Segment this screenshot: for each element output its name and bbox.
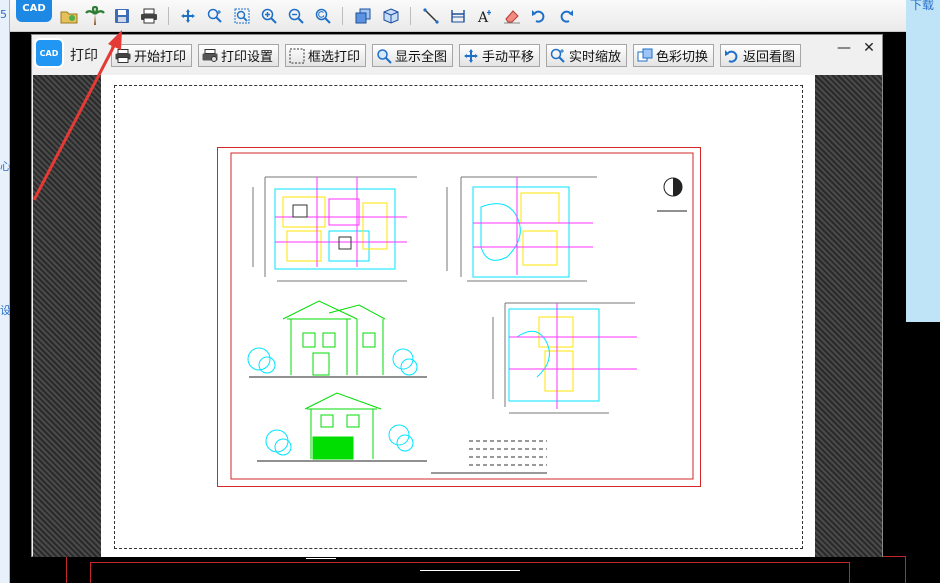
print-icon[interactable] <box>138 5 160 27</box>
palm-tree-icon[interactable] <box>84 5 106 27</box>
cad-drawing-preview <box>217 147 701 487</box>
toolbar-separator <box>168 7 169 25</box>
save-icon[interactable] <box>111 5 133 27</box>
print-dialog: CAD 打印 开始打印 打印设置 框选打印 显示全图 手动平移 实时缩放 色彩切… <box>31 34 883 557</box>
eraser-icon[interactable] <box>501 5 523 27</box>
realtime-zoom-label: 实时缩放 <box>569 50 622 65</box>
3d-view-icon[interactable] <box>352 5 374 27</box>
print-settings-button[interactable]: 打印设置 <box>198 44 280 67</box>
pan-icon <box>463 48 479 64</box>
bg-download-text[interactable]: 下载 <box>910 0 934 13</box>
main-toolbar: CAD A <box>10 0 906 32</box>
preview-margin-left <box>33 75 101 557</box>
print-icon <box>115 48 131 64</box>
return-icon <box>724 48 740 64</box>
background-window-left: 5 心 设 <box>0 0 11 583</box>
zoom-previous-icon[interactable] <box>312 5 334 27</box>
canvas-label-mark <box>306 558 336 563</box>
zoom-realtime-icon <box>550 48 566 64</box>
color-switch-label: 色彩切换 <box>656 50 709 65</box>
pan-icon[interactable] <box>177 5 199 27</box>
canvas-label-mark <box>420 570 520 575</box>
manual-pan-label: 手动平移 <box>482 50 535 65</box>
redo-icon[interactable] <box>555 5 577 27</box>
bg-fragment-1: 5 <box>0 8 7 21</box>
open-file-icon[interactable] <box>58 5 80 27</box>
zoom-realtime-icon[interactable] <box>204 5 226 27</box>
app-logo: CAD <box>16 0 52 22</box>
window-print-label: 框选打印 <box>308 50 361 65</box>
undo-icon[interactable] <box>528 5 550 27</box>
color-switch-button[interactable]: 色彩切换 <box>633 44 715 67</box>
print-dialog-logo: CAD <box>34 38 64 68</box>
toolbar-separator <box>410 7 411 25</box>
3d-box-icon[interactable] <box>380 5 402 27</box>
print-settings-label: 打印设置 <box>221 50 274 65</box>
show-all-button[interactable]: 显示全图 <box>372 44 454 67</box>
printer-settings-icon <box>202 48 218 64</box>
preview-margin-right <box>815 75 882 557</box>
start-print-label: 开始打印 <box>134 50 187 65</box>
toolbar-separator <box>342 7 343 25</box>
print-dialog-title: 打印 <box>70 48 98 64</box>
text-icon[interactable]: A <box>474 5 496 27</box>
line-icon[interactable] <box>420 5 442 27</box>
window-select-icon <box>289 48 305 64</box>
close-button[interactable]: ✕ <box>862 41 876 55</box>
back-to-view-label: 返回看图 <box>743 50 796 65</box>
start-print-button[interactable]: 开始打印 <box>111 44 193 67</box>
background-window-right: 下载 <box>906 0 940 322</box>
print-dialog-header: CAD 打印 开始打印 打印设置 框选打印 显示全图 手动平移 实时缩放 色彩切… <box>32 35 882 75</box>
zoom-extents-icon <box>376 48 392 64</box>
minimize-button[interactable]: — <box>837 41 851 55</box>
zoom-in-icon[interactable] <box>258 5 280 27</box>
show-all-label: 显示全图 <box>395 50 448 65</box>
window-print-button[interactable]: 框选打印 <box>285 44 367 67</box>
dimension-icon[interactable] <box>447 5 469 27</box>
color-switch-icon <box>637 48 653 64</box>
back-to-view-button[interactable]: 返回看图 <box>720 44 802 67</box>
realtime-zoom-button[interactable]: 实时缩放 <box>546 44 628 67</box>
print-preview[interactable] <box>33 75 882 557</box>
manual-pan-button[interactable]: 手动平移 <box>459 44 541 67</box>
zoom-out-icon[interactable] <box>285 5 307 27</box>
zoom-window-icon[interactable] <box>231 5 253 27</box>
